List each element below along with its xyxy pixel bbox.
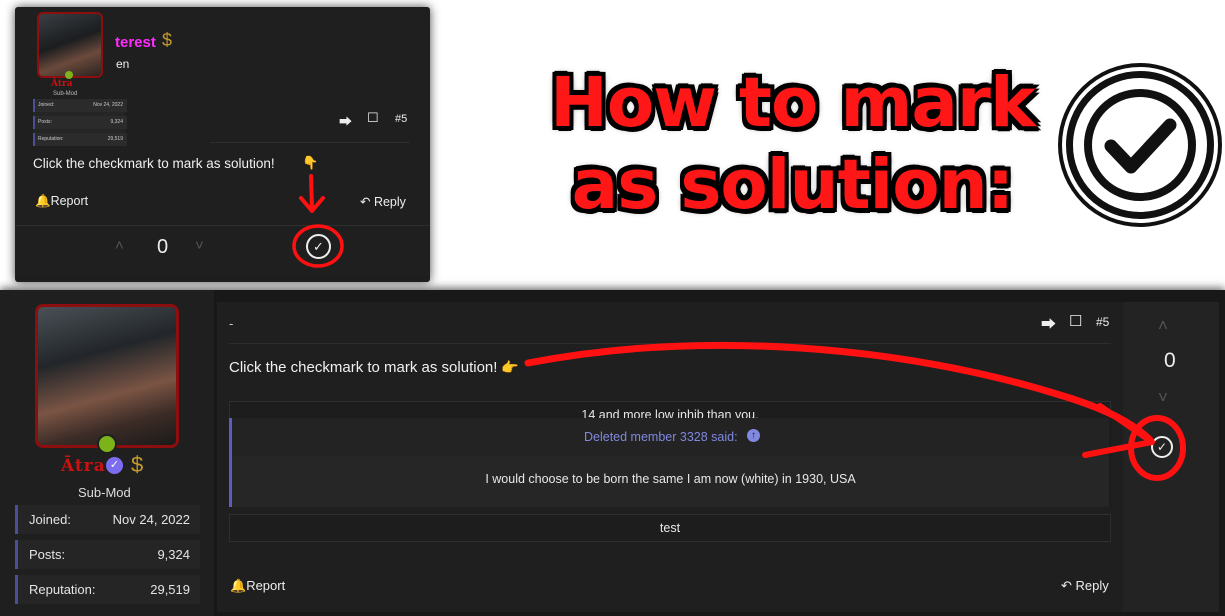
big-checkmark-circle-icon: [1066, 71, 1214, 219]
mini-share-icon[interactable]: ⮕: [339, 111, 352, 130]
report-button[interactable]: 🔔Report: [230, 578, 285, 594]
bell-icon: 🔔: [230, 578, 247, 593]
stat-posts: Posts: 9,324: [15, 540, 200, 569]
mini-vote-footer: [15, 225, 430, 282]
share-icon[interactable]: ⮕: [1041, 313, 1056, 334]
dollar-icon: $: [131, 452, 144, 477]
quote-block: Deleted member 3328 said: ↑ I would choo…: [229, 418, 1112, 507]
chevron-down-icon[interactable]: ˅: [1158, 388, 1168, 408]
mini-report-label: Report: [50, 194, 89, 208]
mini-post-message: Click the checkmark to mark as solution!: [33, 156, 275, 171]
bell-icon: 🔔: [35, 194, 51, 208]
mini-thread-title-fragment: terest: [115, 34, 156, 51]
big-checkmark-glyph: [1084, 89, 1196, 201]
mini-vote-count: 0: [157, 236, 169, 258]
bookmark-icon[interactable]: ☐: [1069, 312, 1082, 330]
mini-subtitle-fragment: en: [116, 57, 130, 71]
online-indicator: [97, 434, 117, 454]
post-body: - ⮕ ☐ #5 Click the checkmark to mark as …: [217, 302, 1219, 612]
mini-post-number[interactable]: #5: [395, 113, 407, 125]
mini-username[interactable]: Ātra: [51, 79, 73, 89]
mini-user-stats: Joined: Nov 24, 2022 Posts: 9,324 Reputati…: [33, 99, 127, 146]
username[interactable]: Ātra: [61, 456, 106, 476]
mini-post-screenshot: Ātra Sub-Mod Joined: Nov 24, 2022 Posts: 9…: [15, 7, 430, 282]
user-sidebar: Ātra ✓ $ Sub-Mod Joined: Nov 24, 2022 Pos…: [0, 290, 214, 616]
avatar[interactable]: [35, 304, 179, 448]
vote-column: ˄ 0 ˅ ✓: [1123, 302, 1219, 612]
arrow-up-icon[interactable]: ↑: [747, 429, 760, 442]
mini-reply-button[interactable]: ↶ Reply: [360, 194, 406, 209]
reply-icon: ↶: [1061, 578, 1076, 593]
post-title: -: [229, 316, 234, 331]
mini-dollar-icon: $: [162, 30, 173, 50]
post-divider: [229, 343, 1111, 344]
vote-count: 0: [1164, 349, 1176, 372]
pointing-right-emoji: 👉: [501, 359, 519, 375]
mini-bookmark-icon[interactable]: ☐: [367, 110, 379, 126]
headline: How to mark as solution:: [520, 62, 1065, 226]
quote-body: I would choose to be born the same I am …: [232, 456, 1109, 507]
user-role: Sub-Mod: [78, 485, 131, 500]
mini-mark-solution-checkmark-icon[interactable]: ✓: [306, 234, 331, 259]
mini-pointing-down-emoji: 👇: [302, 155, 319, 170]
post-number[interactable]: #5: [1096, 315, 1109, 329]
quote-header: Deleted member 3328 said: ↑: [232, 418, 1109, 456]
quote-text: I would choose to be born the same I am …: [485, 472, 856, 486]
stat-reputation: Reputation: 29,519: [15, 575, 200, 604]
reply-label: Reply: [1075, 578, 1109, 593]
quote-author-link[interactable]: Deleted member 3328 said:: [584, 430, 738, 444]
main-post-screenshot: Ātra ✓ $ Sub-Mod Joined: Nov 24, 2022 Pos…: [0, 290, 1225, 616]
mini-chevron-up-icon[interactable]: ˄: [115, 237, 124, 254]
post-message: Click the checkmark to mark as solution!: [229, 359, 498, 376]
reply-icon: ↶: [360, 195, 374, 209]
mini-stat-posts: Posts: 9,324: [33, 116, 127, 129]
mark-solution-checkmark-icon[interactable]: ✓: [1151, 436, 1173, 458]
mini-stat-reputation: Reputation: 29,519: [33, 133, 127, 146]
verified-badge-icon: ✓: [106, 457, 123, 474]
reply-button[interactable]: ↶ Reply: [1061, 578, 1109, 594]
mini-report-button[interactable]: 🔔Report: [35, 194, 88, 209]
mini-avatar[interactable]: [37, 12, 103, 78]
mini-role: Sub-Mod: [53, 91, 78, 97]
headline-line-2: as solution:: [571, 145, 1015, 225]
mini-stat-joined: Joined: Nov 24, 2022: [33, 99, 127, 112]
chevron-up-icon[interactable]: ˄: [1158, 316, 1168, 336]
stat-joined: Joined: Nov 24, 2022: [15, 505, 200, 534]
mini-reply-label: Reply: [373, 195, 406, 209]
headline-line-1: How to mark: [550, 63, 1036, 143]
mini-online-indicator: [65, 71, 73, 79]
mini-divider: [210, 142, 410, 143]
report-label: Report: [246, 578, 286, 593]
mini-chevron-down-icon[interactable]: ˅: [195, 237, 204, 254]
reply-text-box: test: [229, 514, 1111, 542]
